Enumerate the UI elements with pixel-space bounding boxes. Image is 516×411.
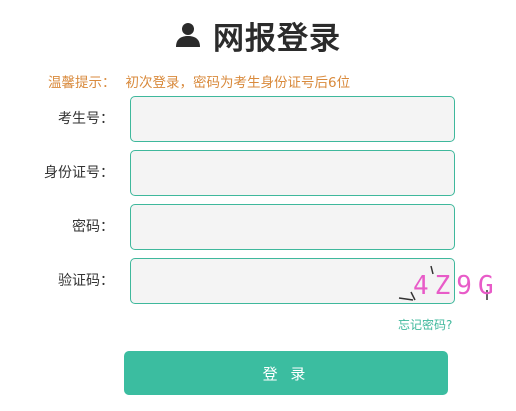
captcha-row: 验证码： 4Z9G [0,258,516,304]
login-button[interactable]: 登 录 [124,351,448,395]
password-label: 密码： [72,219,114,235]
tip-label: 温馨提示： [48,75,116,91]
page-title: 网报登录 [213,20,341,57]
id-number-row: 身份证号： [0,150,516,196]
id-number-input[interactable] [130,150,455,196]
forgot-password-link[interactable]: 忘记密码? [398,316,452,333]
user-icon [176,23,200,47]
id-number-label: 身份证号： [44,165,114,181]
login-tip: 温馨提示： 初次登录，密码为考生身份证号后6位 [48,71,350,91]
exam-number-row: 考生号： [0,96,516,142]
login-page: 网报登录 温馨提示： 初次登录，密码为考生身份证号后6位 考生号： 身份证号： 密… [0,0,516,411]
password-input[interactable] [130,204,455,250]
header: 网报登录 [0,10,516,60]
captcha-image[interactable]: 4Z9G [391,262,511,302]
tip-text: 初次登录，密码为考生身份证号后6位 [125,75,351,91]
captcha-label: 验证码： [58,273,114,289]
exam-number-label: 考生号： [58,111,114,127]
password-row: 密码： [0,204,516,250]
captcha-text: 4Z9G [413,271,500,301]
exam-number-input[interactable] [130,96,455,142]
